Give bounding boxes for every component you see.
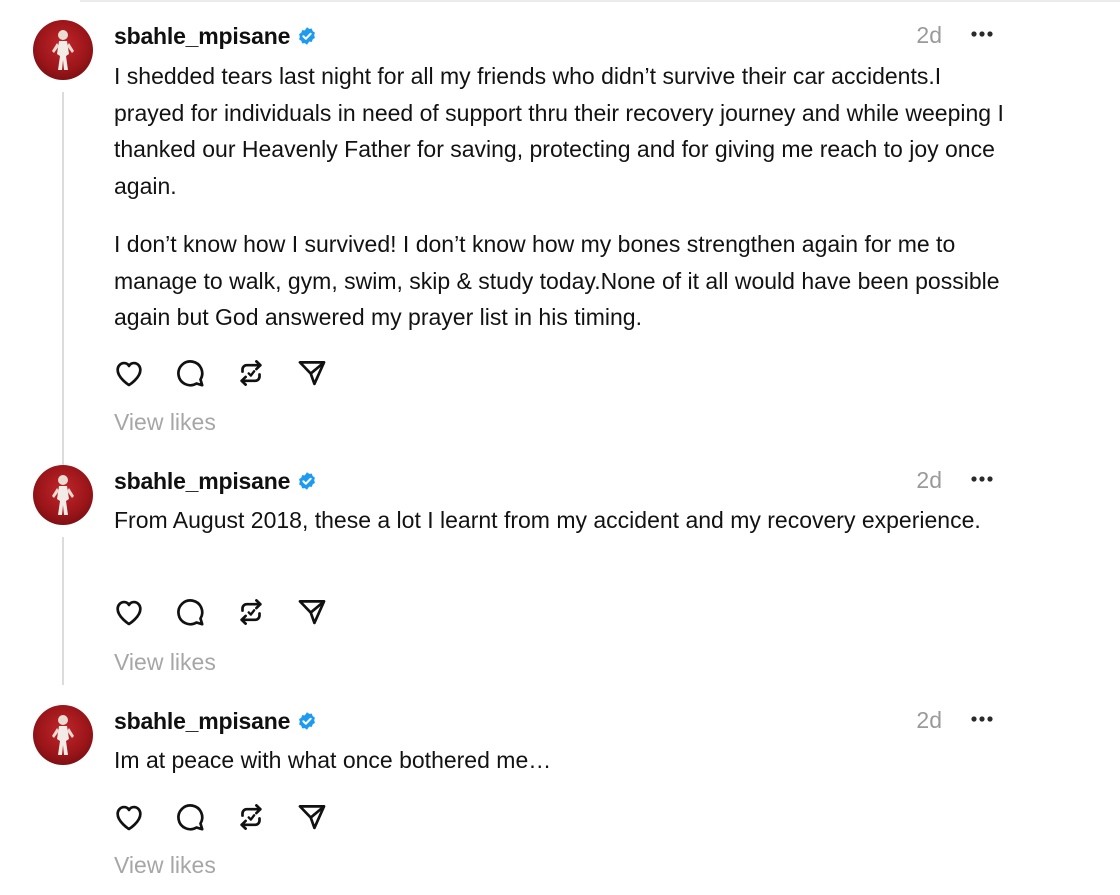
share-button[interactable] bbox=[295, 800, 329, 834]
post-paragraph: From August 2018, these a lot I learnt f… bbox=[114, 507, 981, 533]
avatar-figure bbox=[52, 715, 74, 755]
post-body: Im at peace with what once bothered me… bbox=[114, 742, 1014, 779]
post-actions bbox=[112, 595, 356, 629]
post-timestamp[interactable]: 2d bbox=[916, 467, 942, 494]
more-horizontal-icon[interactable] bbox=[968, 24, 996, 44]
repost-button[interactable] bbox=[234, 800, 268, 834]
more-horizontal-icon[interactable] bbox=[968, 469, 996, 489]
heart-icon bbox=[116, 600, 142, 626]
post-paragraph: I shedded tears last night for all my fr… bbox=[114, 63, 1004, 199]
avatar-figure bbox=[52, 30, 74, 70]
post-timestamp[interactable]: 2d bbox=[916, 22, 942, 49]
post-header: sbahle_mpisane bbox=[114, 705, 317, 737]
post-header: sbahle_mpisane bbox=[114, 465, 317, 497]
avatar[interactable] bbox=[33, 705, 93, 765]
repost-icon bbox=[240, 599, 262, 625]
more-horizontal-icon[interactable] bbox=[968, 709, 996, 729]
share-button[interactable] bbox=[295, 595, 329, 629]
avatar-figure bbox=[52, 475, 74, 515]
heart-icon bbox=[116, 361, 142, 387]
repost-button[interactable] bbox=[234, 595, 268, 629]
post-header: sbahle_mpisane bbox=[114, 20, 317, 52]
view-likes-link[interactable]: View likes bbox=[114, 852, 216, 879]
comment-bubble-icon bbox=[177, 804, 204, 831]
comment-bubble-icon bbox=[177, 599, 204, 626]
repost-button[interactable] bbox=[234, 356, 268, 390]
username-link[interactable]: sbahle_mpisane bbox=[114, 468, 290, 495]
post-timestamp[interactable]: 2d bbox=[916, 707, 942, 734]
post-paragraph: I don’t know how I survived! I don’t kno… bbox=[114, 231, 1000, 330]
thread-connector-line bbox=[62, 92, 64, 466]
thread-connector-line bbox=[62, 537, 64, 685]
share-send-icon bbox=[298, 361, 326, 386]
comment-bubble-icon bbox=[177, 360, 204, 387]
verified-badge-icon bbox=[299, 472, 316, 490]
post-paragraph: Im at peace with what once bothered me… bbox=[114, 747, 552, 773]
username-link[interactable]: sbahle_mpisane bbox=[114, 708, 290, 735]
avatar[interactable] bbox=[33, 20, 93, 80]
top-divider bbox=[80, 0, 1120, 2]
view-likes-link[interactable]: View likes bbox=[114, 409, 216, 436]
username-link[interactable]: sbahle_mpisane bbox=[114, 23, 290, 50]
verified-badge-icon bbox=[299, 27, 316, 45]
post-body: I shedded tears last night for all my fr… bbox=[114, 58, 1014, 336]
comment-button[interactable] bbox=[173, 800, 207, 834]
post-actions bbox=[112, 356, 356, 390]
post-body: From August 2018, these a lot I learnt f… bbox=[114, 502, 1014, 539]
share-send-icon bbox=[298, 600, 326, 625]
avatar[interactable] bbox=[33, 465, 93, 525]
view-likes-link[interactable]: View likes bbox=[114, 649, 216, 676]
repost-icon bbox=[240, 804, 262, 830]
post-actions bbox=[112, 800, 356, 834]
like-button[interactable] bbox=[112, 356, 146, 390]
like-button[interactable] bbox=[112, 595, 146, 629]
comment-button[interactable] bbox=[173, 356, 207, 390]
like-button[interactable] bbox=[112, 800, 146, 834]
verified-badge-icon bbox=[299, 712, 316, 730]
share-button[interactable] bbox=[295, 356, 329, 390]
share-send-icon bbox=[298, 805, 326, 830]
comment-button[interactable] bbox=[173, 595, 207, 629]
repost-icon bbox=[240, 360, 262, 386]
heart-icon bbox=[116, 805, 142, 831]
